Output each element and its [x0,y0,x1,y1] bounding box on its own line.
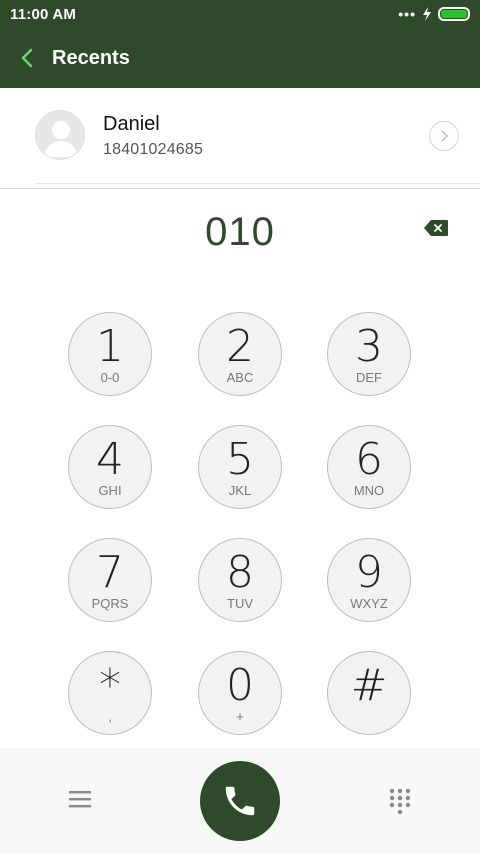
key-letters: JKL [228,483,252,498]
key-letters: GHI [98,483,122,498]
key-digit: 1 [96,321,124,372]
back-arrow-icon[interactable] [18,46,38,70]
key-digit: 9 [355,547,383,598]
key-digit: 4 [96,434,124,485]
divider [0,188,480,189]
key-2[interactable]: 2 ABC [198,312,282,396]
key-digit: 0 [226,660,254,711]
page-title: Recents [52,46,130,69]
key-4[interactable]: 4 GHI [68,425,152,509]
key-0[interactable]: 0 + [198,651,282,735]
key-letters: MNO [353,483,385,498]
key-digit: 8 [226,547,254,598]
key-digit: 3 [355,321,383,372]
key-letters: PQRS [91,596,129,611]
contact-name: Daniel [103,113,160,135]
key-digit: 2 [226,321,254,372]
key-letters: ABC [226,370,254,385]
dialed-number: 010 [205,210,275,254]
key-9[interactable]: 9 WXYZ [327,538,411,622]
battery-icon [438,7,470,21]
status-icons: ••• [398,6,470,22]
person-icon [44,121,78,157]
keypad-icon[interactable] [388,788,412,814]
status-time: 11:00 AM [10,5,77,23]
bottom-bar [0,748,480,853]
avatar [35,110,85,160]
contact-details-button[interactable] [429,121,459,151]
key-7[interactable]: 7 PQRS [68,538,152,622]
key-letters: DEF [356,370,382,385]
key-letters: WXYZ [350,596,388,611]
app-bar: Recents [0,28,480,88]
key-8[interactable]: 8 TUV [198,538,282,622]
key-5[interactable]: 5 JKL [198,425,282,509]
key-digit: 6 [355,434,383,485]
key-letters: + [236,709,244,724]
key-letters: , [108,709,112,724]
more-dots-icon: ••• [398,6,416,22]
menu-icon[interactable] [69,790,91,808]
phone-icon [225,786,255,816]
key-digit: # [350,660,388,711]
key-letters: TUV [227,596,253,611]
call-button[interactable] [200,761,280,841]
key-3[interactable]: 3 DEF [327,312,411,396]
charging-bolt-icon [423,7,431,21]
key-star[interactable]: * , [68,651,152,735]
key-letters: 0-0 [100,370,120,385]
contact-suggestion[interactable]: Daniel 18401024685 [0,88,480,188]
key-digit: 7 [96,547,124,598]
key-1[interactable]: 1 0-0 [68,312,152,396]
key-hash[interactable]: # [327,651,411,735]
backspace-icon[interactable] [423,219,449,237]
status-bar: 11:00 AM ••• [0,0,480,28]
chevron-right-icon [441,130,449,142]
key-digit: * [99,660,121,711]
key-digit: 5 [226,434,254,485]
contact-number: 18401024685 [103,141,204,158]
key-6[interactable]: 6 MNO [327,425,411,509]
divider [35,183,480,184]
